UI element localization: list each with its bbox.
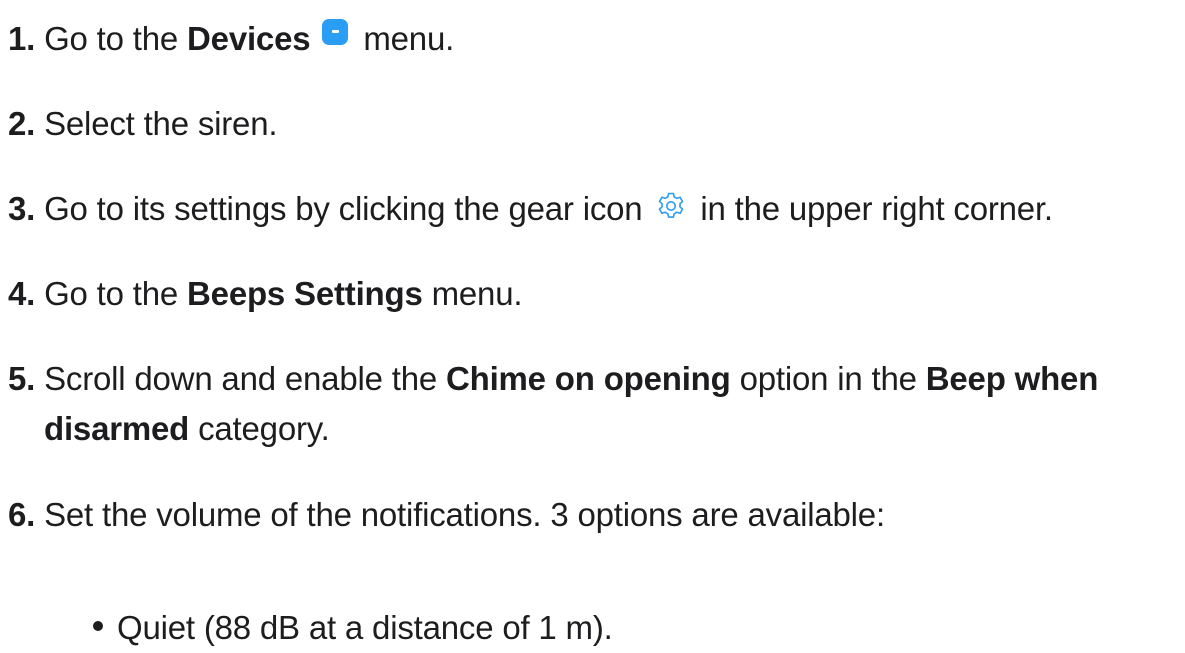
step-text: Scroll down and enable the [44,360,446,397]
step-text: Go to the [44,20,188,57]
step-number: 4. [8,275,36,312]
step-2: 2. Select the siren. [8,99,278,149]
step-5: 5. Scroll down and enable the Chime on o… [8,354,1098,404]
step-text: Select the siren. [44,105,278,142]
step-number: 6. [8,496,36,533]
step-text: Go to its settings by clicking the gear … [44,190,652,227]
step-number: 3. [8,190,36,227]
category-name: disarmed [44,410,190,447]
beeps-settings-menu-name: Beeps Settings [187,275,423,312]
step-number: 1. [8,20,36,57]
devices-icon [322,19,349,45]
step-text: option in the [730,360,926,397]
bullet-text: Quiet (88 dB at a distance of 1 m). [117,609,613,646]
chime-option-name: Chime on opening [445,360,731,397]
step-text: Go to the [44,275,188,312]
step-6: 6. Set the volume of the notifications. … [8,490,885,540]
step-text: in the upper right corner. [691,190,1053,227]
devices-menu-name: Devices [187,20,311,57]
step-text: menu. [354,20,455,57]
category-name: Beep when [925,360,1099,397]
bullet-icon [93,621,103,631]
step-text: category. [189,410,330,447]
step-text: Set the volume of the notifications. 3 o… [44,496,885,533]
step-3: 3. Go to its settings by clicking the ge… [8,184,1053,234]
step-4: 4. Go to the Beeps Settings menu. [8,269,523,319]
list-item: Quiet (88 dB at a distance of 1 m). [93,603,613,653]
step-number: 2. [8,105,36,142]
step-1: 1. Go to the Devices menu. [8,14,454,64]
step-5-continued: disarmed category. [44,404,330,454]
step-text: menu. [422,275,523,312]
step-number: 5. [8,360,36,397]
gear-icon [659,192,684,218]
